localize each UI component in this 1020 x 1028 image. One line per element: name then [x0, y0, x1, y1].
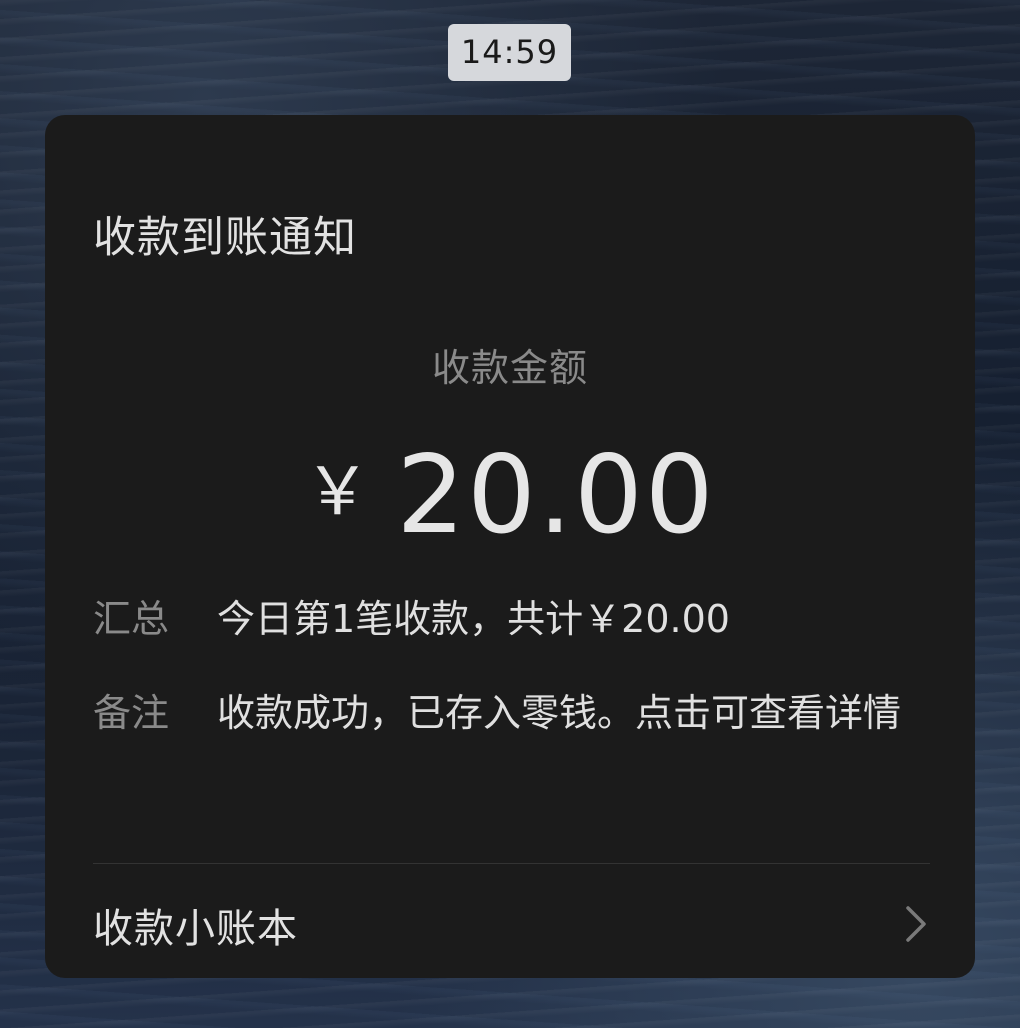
ledger-link-label: 收款小账本	[93, 906, 298, 952]
summary-row: 汇总 今日第1笔收款，共计￥20.00	[93, 591, 933, 647]
chevron-right-icon	[906, 906, 926, 942]
summary-label: 汇总	[93, 597, 170, 641]
amount-display: ￥ 20.00	[45, 433, 975, 558]
time-badge: 14:59	[448, 24, 571, 81]
amount-value: 20.00	[396, 433, 716, 558]
remark-label: 备注	[93, 691, 170, 735]
ledger-link[interactable]: 收款小账本	[45, 864, 975, 978]
currency-symbol: ￥	[304, 453, 371, 530]
summary-value: 今日第1笔收款，共计￥20.00	[217, 597, 730, 641]
remark-value: 收款成功，已存入零钱。点击可查看详情	[217, 691, 902, 735]
amount-label: 收款金额	[431, 346, 588, 390]
notification-title: 收款到账通知	[93, 213, 357, 263]
payment-notification-card[interactable]: 收款到账通知 收款金额 ￥ 20.00 汇总 今日第1笔收款，共计￥20.00 备…	[45, 115, 975, 978]
remark-row: 备注 收款成功，已存入零钱。点击可查看详情	[93, 685, 933, 741]
